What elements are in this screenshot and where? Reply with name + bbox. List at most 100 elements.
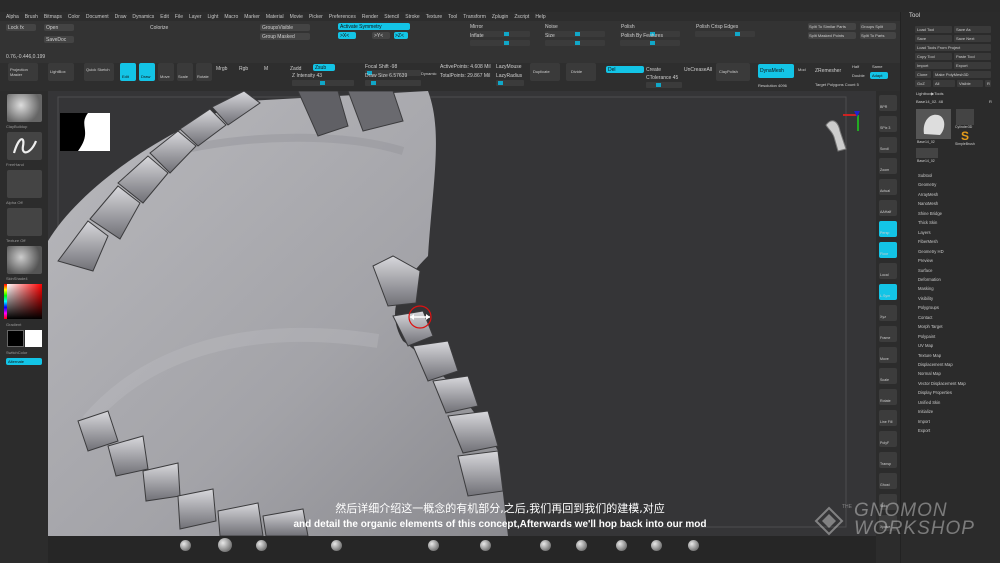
rightshelf-local-button[interactable]: Local [879,263,897,279]
tool-section-import[interactable]: Import [918,419,930,424]
rightshelf-aahalf-button[interactable]: AAHalf [879,200,897,216]
z-intensity-slider[interactable] [292,80,354,86]
crease-tolerance-slider[interactable] [646,82,682,88]
menu-item-brush[interactable]: Brush [25,14,38,20]
tool-section-polypaint[interactable]: Polypaint [918,334,935,339]
rightshelf-actual-button[interactable]: Actual [879,179,897,195]
rightshelf-persp-button[interactable]: Persp [879,221,897,237]
rightshelf-rotate-button[interactable]: Rotate [879,389,897,405]
rightshelf-bpr-button[interactable]: BPR [879,95,897,111]
tool-section-fibermesh[interactable]: FiberMesh [918,239,938,244]
sym-y-button[interactable]: >Y< [372,32,390,39]
load-tool-button[interactable]: Load Tool [915,26,952,33]
edit-button[interactable]: Edit [120,63,136,81]
target-polygons-label[interactable]: Target Polygons Count 5 [815,82,859,87]
polish-crisp-edges-slider[interactable] [695,31,755,37]
menu-item-file[interactable]: File [175,14,183,20]
rightshelf-l-sym-button[interactable]: L.Sym [879,284,897,300]
save-button[interactable]: Save [915,35,952,42]
hue-strip[interactable] [4,284,7,319]
dynamic-toggle[interactable]: Dynamic [421,71,437,76]
brush-thumbnail[interactable] [7,94,42,122]
tool-section-layers[interactable]: Layers [918,230,931,235]
uncrease-all-button[interactable]: UnCreaseAll [684,67,712,73]
tool-section-preview[interactable]: Preview [918,258,933,263]
menu-item-transform[interactable]: Transform [463,14,486,20]
bottom-brush-10[interactable] [651,540,662,551]
resolution-label[interactable]: Resolution 4096 [758,83,787,88]
create-button[interactable]: Create [646,67,661,73]
mrgb-toggle[interactable]: Mrgb [216,66,227,72]
rightshelf-polyf-button[interactable]: PolyF [879,431,897,447]
tool-section-geometry[interactable]: Geometry [918,182,936,187]
tool-section-vector-displacement-map[interactable]: Vector Displacement Map [918,381,966,386]
visible-button[interactable]: Visible [957,80,983,87]
tool-r-button[interactable]: R [989,99,992,104]
current-tool-readout[interactable]: Base14_02. 48 [916,99,943,104]
split-similar-button[interactable]: Split To Similar Parts [808,23,856,30]
scale-button[interactable]: Scale [177,63,193,81]
tool-section-texture-map[interactable]: Texture Map [918,353,941,358]
zadd-toggle[interactable]: Zadd [290,66,301,72]
copy-tool-button[interactable]: Copy Tool [915,53,952,60]
bottom-brush-4[interactable] [331,540,342,551]
bottom-brush-8[interactable] [576,540,587,551]
divide-button[interactable]: Divide [566,63,596,81]
projection-master-button[interactable]: Projection Master [8,63,38,81]
same-toggle[interactable]: Same [872,64,882,69]
lock-button[interactable]: Lock fx [6,24,36,31]
menu-item-marker[interactable]: Marker [244,14,260,20]
all-button[interactable]: All [933,80,955,87]
menu-item-tool[interactable]: Tool [448,14,457,20]
mod-label[interactable]: Mod [798,67,806,72]
simplebrush-thumbnail[interactable]: S [961,129,975,143]
rotate-button[interactable]: Rotate [196,63,212,81]
polish-by-features-label[interactable]: Polish By Features [621,33,663,39]
menu-item-bitmaps[interactable]: Bitmaps [44,14,62,20]
material-thumbnail[interactable] [7,246,42,274]
size-slider[interactable] [545,40,605,46]
r-button[interactable]: R [985,80,991,87]
zremesher-button[interactable]: ZRemesher [815,68,841,74]
bottom-brush-5[interactable] [428,540,439,551]
tool-section-shine-bridge[interactable]: Shine Bridge [918,211,942,216]
rightshelf-ghost-button[interactable]: Ghost [879,473,897,489]
sym-z-button[interactable]: >Z< [394,32,408,39]
import-button[interactable]: Import [915,62,952,69]
rightshelf-floor-button[interactable]: Floor [879,242,897,258]
split-masked-button[interactable]: Split Masked Points [808,32,856,39]
zsub-toggle[interactable]: Zsub [313,64,335,71]
menu-item-dynamics[interactable]: Dynamics [132,14,154,20]
noise-label[interactable]: Noise [545,24,558,30]
bottom-brush-11[interactable] [688,540,699,551]
menu-item-preferences[interactable]: Preferences [329,14,356,20]
tool-section-display-properties[interactable]: Display Properties [918,390,952,395]
z-intensity-label[interactable]: Z Intensity 43 [292,73,322,79]
lightbox-button[interactable]: LightBox [48,63,74,81]
polish-crisp-edges-label[interactable]: Polish Crisp Edges [696,24,738,30]
dynamesh-button[interactable]: DynaMesh [758,64,794,78]
groupsvisible-button[interactable]: GroupsVisible [260,24,310,31]
rightshelf-xyz-button[interactable]: Xyz [879,305,897,321]
tool-section-unified-skin[interactable]: Unified Skin [918,400,940,405]
alternate-button[interactable]: Alternate [6,358,42,365]
bottom-brush-7[interactable] [540,540,551,551]
tool-section-uv-map[interactable]: UV Map [918,343,933,348]
sym-x-button[interactable]: >X< [338,32,356,39]
tool-section-geometry-hd[interactable]: Geometry HD [918,249,944,254]
menu-item-zscript[interactable]: Zscript [514,14,529,20]
tool-section-subtool[interactable]: Subtool [918,173,932,178]
tool-section-surface[interactable]: Surface [918,268,932,273]
paste-tool-button[interactable]: Paste Tool [954,53,991,60]
inflate-label[interactable]: Inflate [470,33,484,39]
rightshelf-spix-3-button[interactable]: SPix 3 [879,116,897,132]
quick-sketch-button[interactable]: Quick Sketch [84,63,114,81]
small-tool-thumbnail[interactable] [916,148,938,158]
tool-section-contact[interactable]: Contact [918,315,932,320]
del-button[interactable]: Del [606,66,644,73]
rightshelf-scroll-button[interactable]: Scroll [879,137,897,153]
alpha-thumbnail[interactable] [7,170,42,198]
gradient-label[interactable]: Gradient [6,322,21,327]
half-toggle[interactable]: Half [852,64,859,69]
bottom-brush-6[interactable] [480,540,491,551]
